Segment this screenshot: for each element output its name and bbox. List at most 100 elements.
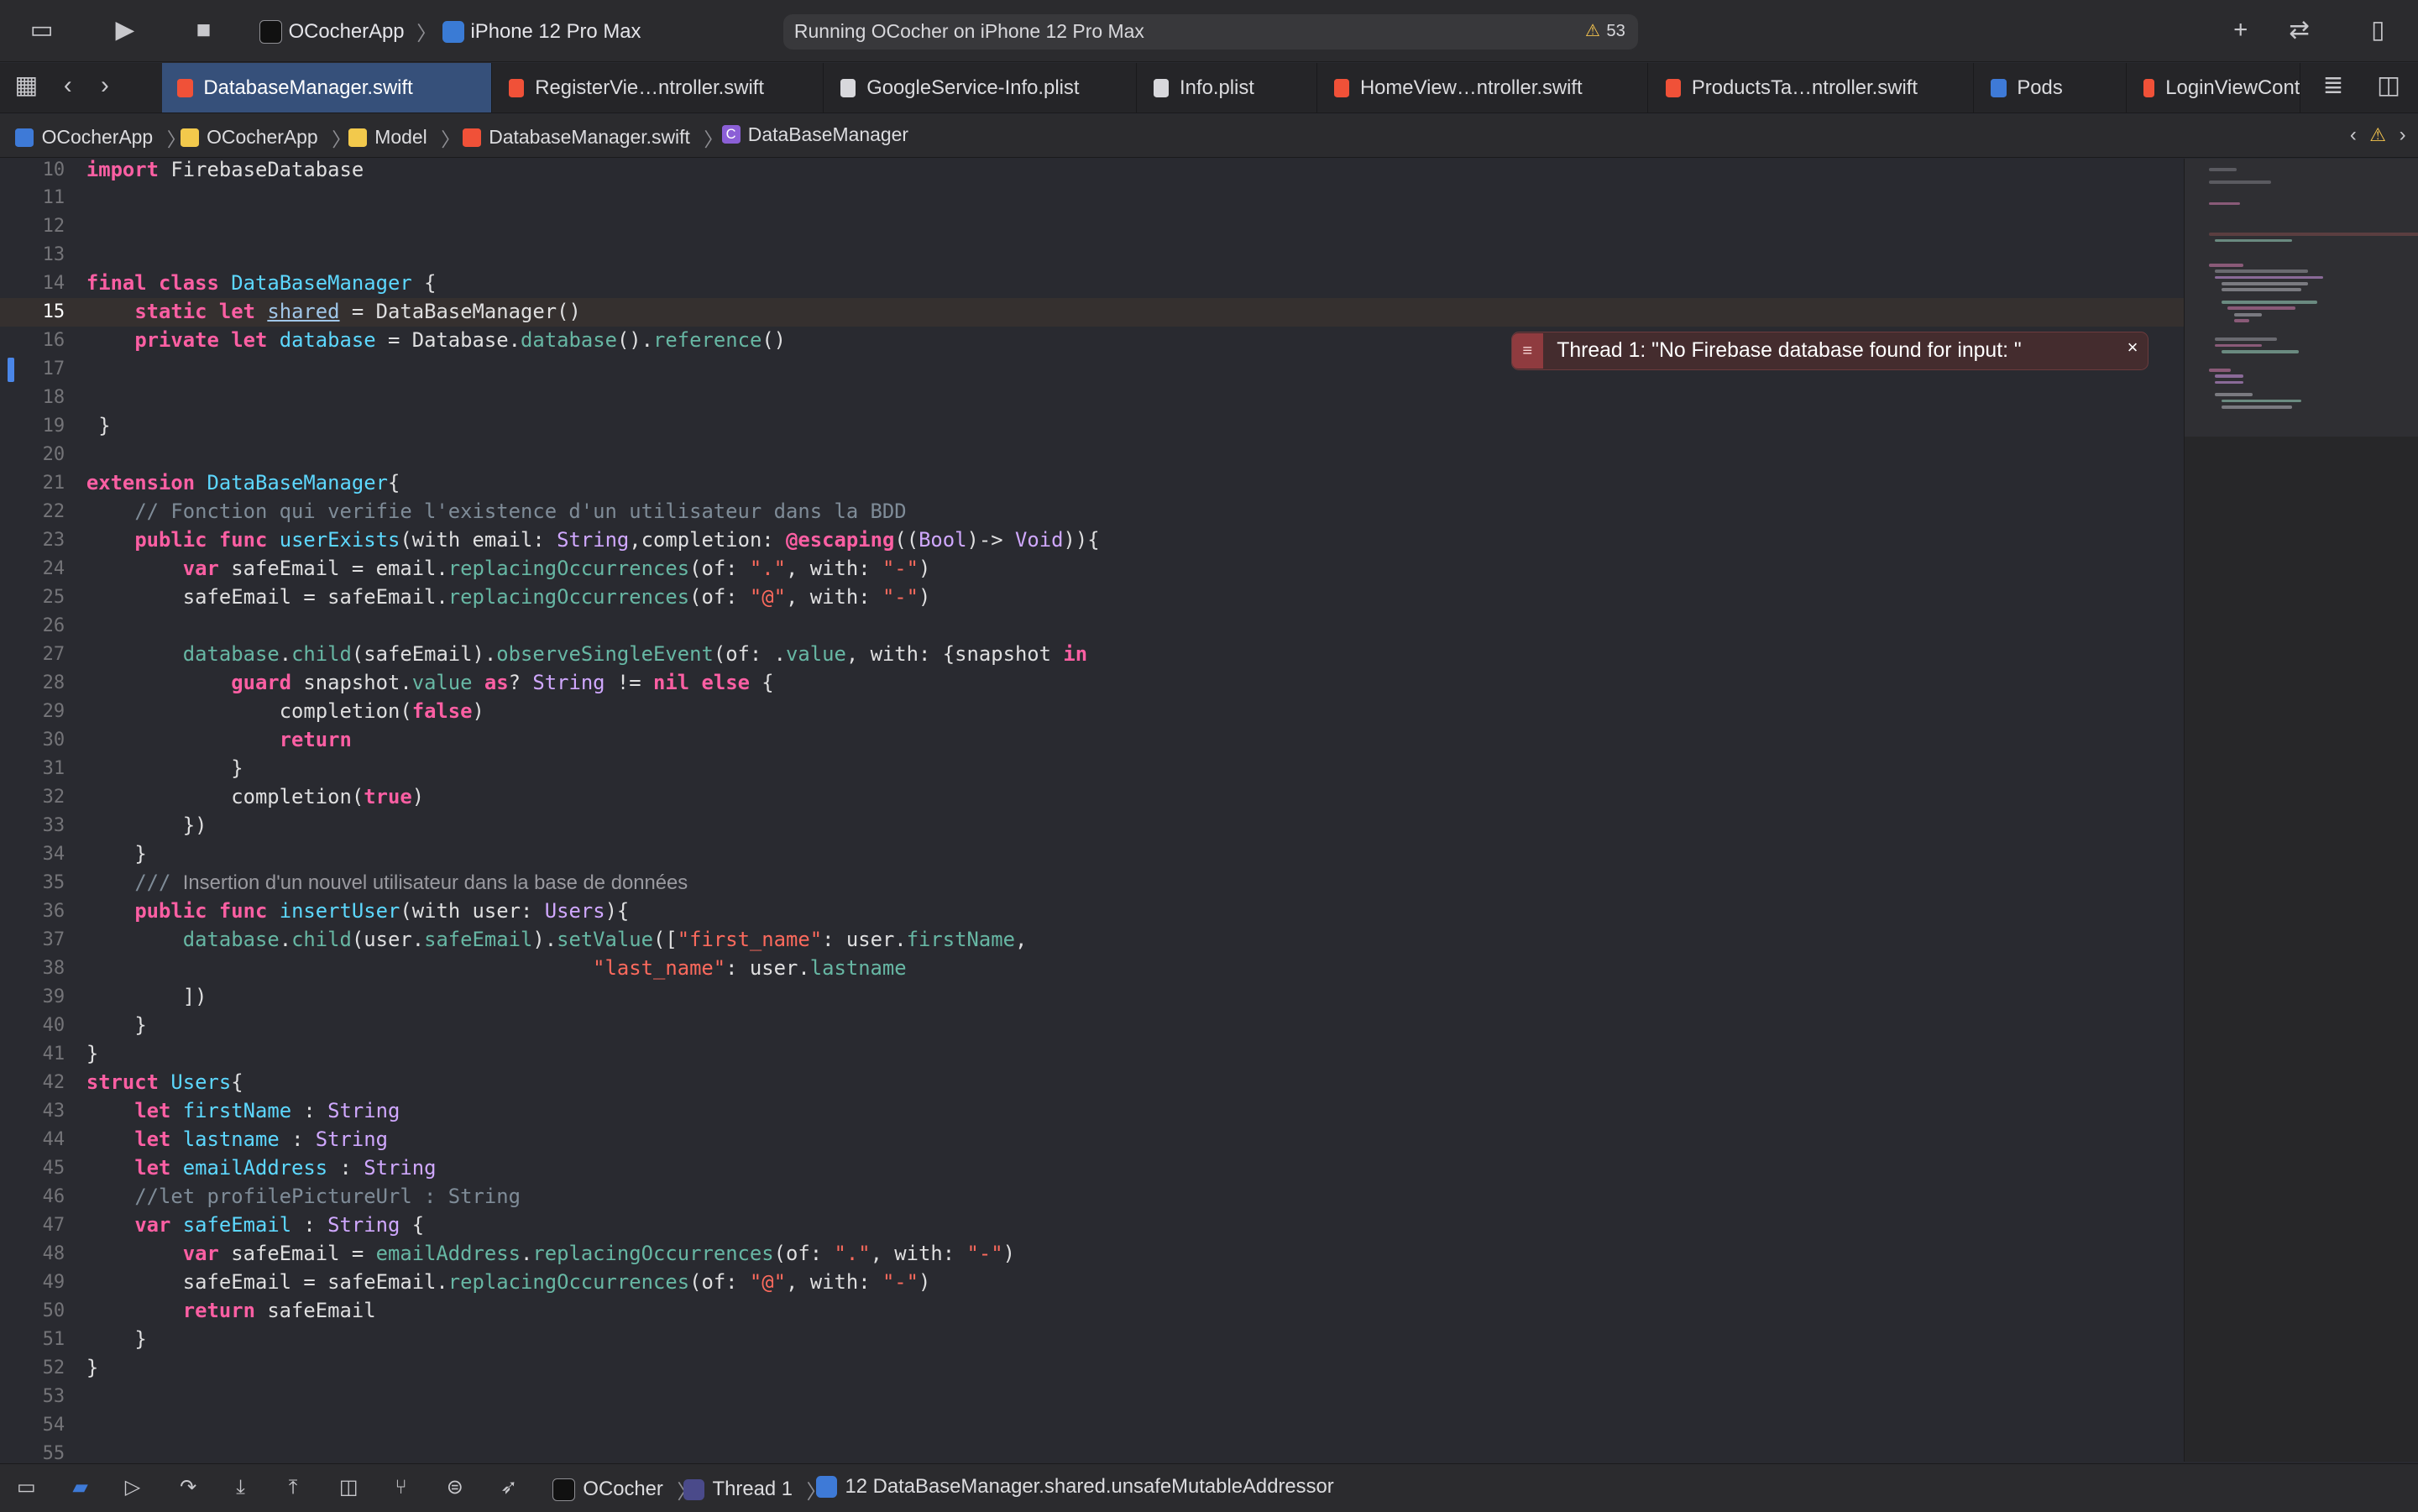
tab-googleservice-info[interactable]: GoogleService-Info.plist [825, 63, 1137, 113]
code-line: 55 [0, 1440, 2184, 1462]
continue-icon[interactable]: ▷ [118, 1475, 146, 1499]
token: : user. [822, 927, 907, 951]
hide-debug-area-icon[interactable]: ▭ [13, 1475, 40, 1499]
breadcrumb-file[interactable]: DatabaseManager.swift 〉 [463, 123, 723, 152]
token: } [134, 1012, 147, 1037]
stop-button[interactable]: ■ [186, 15, 220, 46]
token: public func [134, 528, 268, 552]
token: observeSingleEvent [496, 642, 714, 667]
add-icon[interactable]: + [2224, 15, 2258, 46]
debug-target-label: OCocher [583, 1478, 663, 1501]
view-hierarchy-icon[interactable]: ◫ [335, 1475, 363, 1499]
line-number: 13 [42, 244, 65, 266]
grid-icon[interactable]: ▦ [9, 71, 43, 102]
token: , with: [870, 1241, 967, 1265]
token: safeEmail [182, 1212, 292, 1237]
token: var [182, 1241, 219, 1265]
scheme-selector[interactable]: OCocherApp 〉 iPhone 12 Pro Max [259, 17, 641, 46]
line-number: 44 [42, 1128, 65, 1150]
line-number: 38 [42, 957, 65, 979]
code-line: 44 let lastname : String [0, 1126, 2184, 1154]
debug-frame-label: 12 DataBaseManager.shared.unsafeMutableA… [845, 1474, 1334, 1498]
token: ([ [653, 927, 678, 951]
line-number: 39 [42, 986, 65, 1007]
step-out-icon[interactable]: ⤒ [279, 1475, 306, 1499]
editor-options-icon[interactable]: ≣ [2316, 71, 2350, 102]
tab-productstableviewcontroller[interactable]: ProductsTa…ntroller.swift [1650, 63, 1974, 113]
close-icon[interactable]: × [2128, 337, 2138, 358]
line-number: 21 [42, 473, 65, 494]
breadcrumb-folder[interactable]: Model 〉 [348, 123, 460, 152]
token: database [279, 328, 376, 353]
swift-file-icon [1665, 78, 1681, 97]
tab-homeviewcontroller[interactable]: HomeView…ntroller.swift [1318, 63, 1649, 113]
token: , with: [786, 557, 882, 581]
debug-breadcrumb-frame[interactable]: 12 DataBaseManager.shared.unsafeMutableA… [815, 1474, 1334, 1499]
code-review-icon[interactable]: ⇄ [2282, 15, 2316, 46]
debug-breadcrumb-target[interactable]: OCocher 〉 [552, 1475, 697, 1504]
step-into-icon[interactable]: ⤓ [227, 1475, 254, 1499]
line-number: 16 [42, 330, 65, 352]
tab-databasemanager[interactable]: DatabaseManager.swift [161, 63, 492, 113]
token: final class [86, 271, 219, 296]
run-button[interactable]: ▶ [108, 15, 142, 46]
token: ? [508, 671, 533, 695]
code-line: 42 struct Users{ [0, 1069, 2184, 1097]
code-line: 39 ]) [0, 983, 2184, 1012]
split-editor-icon[interactable]: ◫ [2372, 71, 2405, 102]
device-label: iPhone 12 Pro Max [470, 19, 641, 43]
token: firstName [906, 927, 1015, 951]
memory-graph-icon[interactable]: ⑂ [387, 1475, 415, 1499]
token: (with email: [400, 528, 557, 552]
line-number: 15 [42, 301, 65, 323]
token: Void [1015, 528, 1064, 552]
breakpoints-toggle-icon[interactable]: ▰ [66, 1475, 94, 1499]
line-number: 17 [42, 358, 65, 380]
back-icon[interactable]: ‹ [51, 71, 85, 102]
token: DataBaseManager [207, 471, 388, 495]
token: "-" [882, 557, 919, 581]
tab-label: DatabaseManager.swift [203, 76, 413, 99]
warning-badge[interactable]: ⚠ 53 [1585, 20, 1625, 41]
breadcrumb-symbol[interactable]: C DataBaseManager [721, 123, 908, 146]
breadcrumb-group[interactable]: OCocherApp 〉 [180, 123, 351, 152]
scheme-label: OCocherApp [288, 19, 405, 43]
token: (). [616, 328, 654, 353]
token: , with: [786, 585, 882, 610]
next-issue-icon[interactable]: › [2385, 120, 2418, 151]
token: = [375, 328, 412, 353]
device-icon [442, 20, 465, 43]
token: true [364, 785, 412, 809]
line-number: 29 [42, 701, 65, 723]
code-line: 24 var safeEmail = email.replacingOccurr… [0, 555, 2184, 583]
tab-pods[interactable]: Pods [1976, 63, 2127, 113]
tab-registerviewcontroller[interactable]: RegisterVie…ntroller.swift [494, 63, 824, 113]
step-over-icon[interactable]: ↷ [175, 1475, 202, 1499]
token: replacingOccurrences [532, 1241, 774, 1265]
tab-label: Pods [2017, 76, 2063, 99]
code-line: 47 var safeEmail : String { [0, 1211, 2184, 1240]
breadcrumb-project[interactable]: OCocherApp 〉 [15, 123, 186, 152]
inspector-toggle-icon[interactable]: ▯ [2361, 15, 2394, 46]
code-line: 34 } [0, 840, 2184, 869]
environment-overrides-icon[interactable]: ⊜ [441, 1475, 468, 1499]
minimap[interactable] [2183, 159, 2418, 1462]
forward-icon[interactable]: › [88, 71, 122, 102]
breadcrumb-label: OCocherApp [41, 126, 154, 149]
app-icon [259, 19, 283, 44]
token: replacingOccurrences [447, 557, 690, 581]
tab-info-plist[interactable]: Info.plist [1138, 63, 1317, 113]
debug-breadcrumb-thread[interactable]: Thread 1 〉 [683, 1475, 826, 1504]
token: Database [411, 328, 509, 353]
sidebar-toggle-icon[interactable]: ▭ [24, 15, 58, 46]
tab-loginviewcontroller[interactable]: LoginViewCont [2128, 63, 2301, 113]
line-number: 31 [42, 758, 65, 780]
runtime-error-banner[interactable]: ≡ Thread 1: "No Firebase database found … [1510, 331, 2148, 370]
toolbar: ▭ ▶ ■ OCocherApp 〉 iPhone 12 Pro Max Run… [0, 0, 2418, 63]
token: (of: [689, 557, 750, 581]
swift-file-icon [509, 78, 525, 97]
token: replacingOccurrences [447, 1269, 690, 1294]
simulate-location-icon[interactable]: ➶ [495, 1475, 523, 1499]
token: "@" [749, 1269, 787, 1294]
code-line: 22 // Fonction qui verifie l'existence d… [0, 498, 2184, 526]
